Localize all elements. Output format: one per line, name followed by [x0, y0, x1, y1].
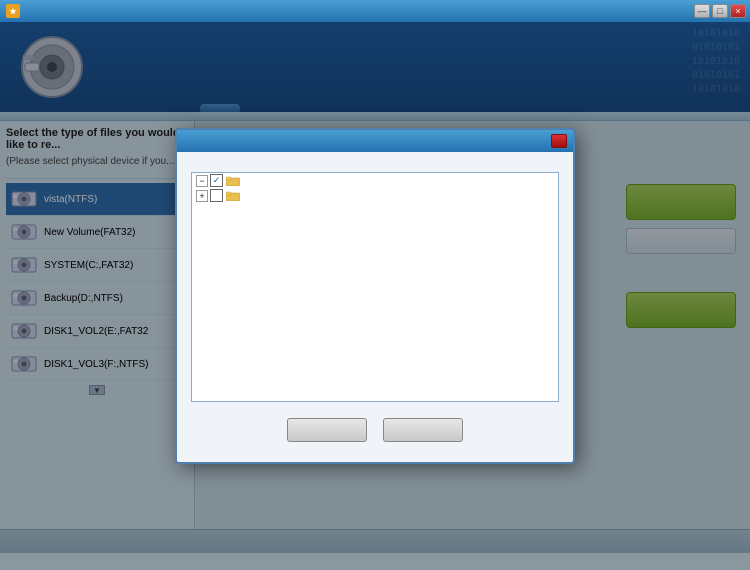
minimize-button[interactable]: —: [694, 4, 710, 18]
dialog-body: − ✓ +: [177, 152, 573, 462]
title-bar: ★ — □ ×: [0, 0, 750, 22]
dialog-close-button[interactable]: [551, 134, 567, 148]
folder-checkbox-archive[interactable]: [210, 189, 223, 202]
cancel-button[interactable]: [383, 418, 463, 442]
dialog-buttons: [191, 412, 559, 452]
expand-icon-archive[interactable]: +: [196, 190, 208, 202]
expand-icon[interactable]: −: [196, 175, 208, 187]
title-bar-left: ★: [6, 4, 24, 18]
folder-checkbox-document[interactable]: ✓: [210, 174, 223, 187]
folder-archive[interactable]: +: [192, 188, 558, 203]
file-type-tree[interactable]: − ✓ +: [191, 172, 559, 402]
close-button[interactable]: ×: [730, 4, 746, 18]
window-controls: — □ ×: [694, 4, 746, 18]
folder-icon: [226, 175, 240, 186]
maximize-button[interactable]: □: [712, 4, 728, 18]
modal-overlay: − ✓ +: [0, 22, 750, 570]
folder-document[interactable]: − ✓: [192, 173, 558, 188]
ok-button[interactable]: [287, 418, 367, 442]
app-icon: ★: [6, 4, 20, 18]
folder-icon-archive: [226, 190, 240, 201]
deep-scan-dialog: − ✓ +: [175, 128, 575, 464]
main-window: 1010101001010101101010100101010110101010…: [0, 22, 750, 570]
dialog-titlebar: [177, 130, 573, 152]
